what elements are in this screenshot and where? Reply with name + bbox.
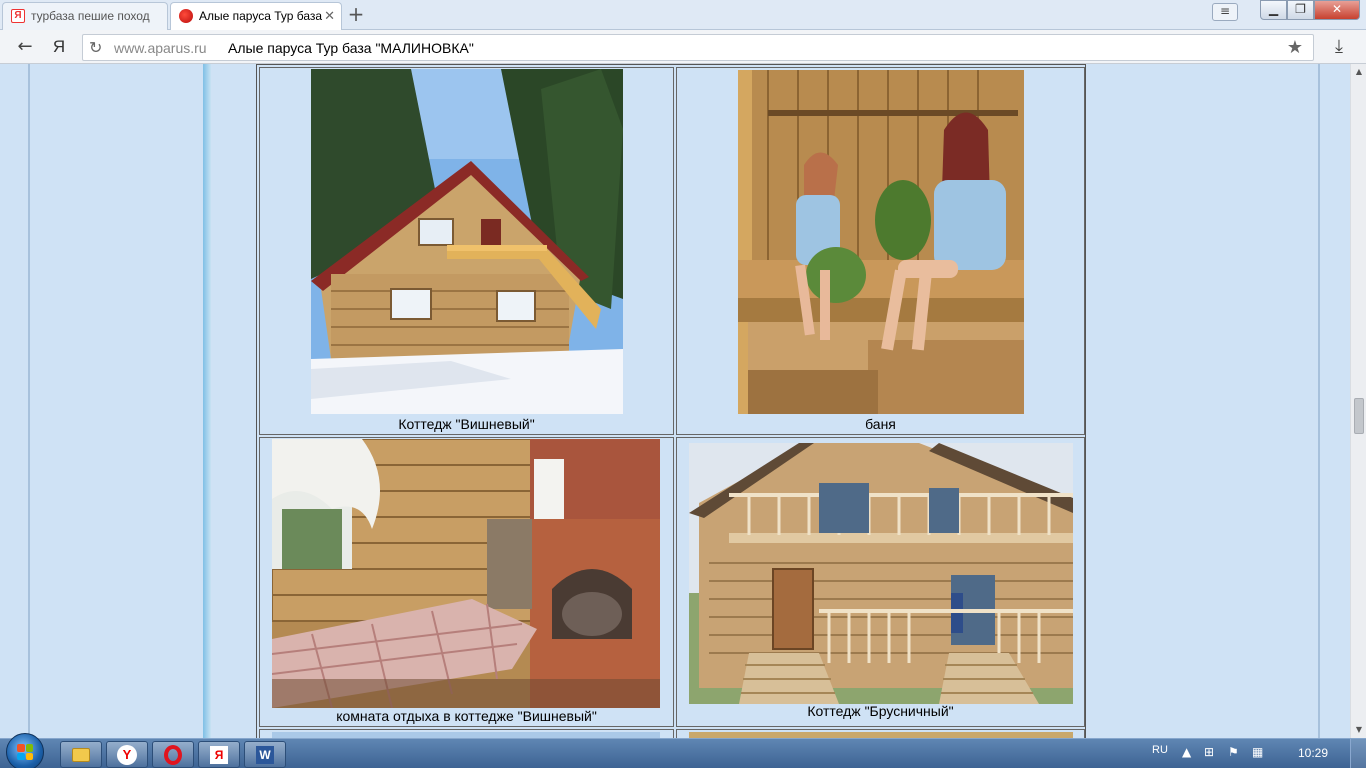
word-icon: W <box>256 746 274 764</box>
url-domain: www.aparus.ru <box>114 40 207 56</box>
tab-bar: Я турбаза пешие поход Алые паруса Тур ба… <box>0 0 1366 30</box>
yandex-tab-icon: Я <box>11 9 25 23</box>
cottage-vishnevy-photo[interactable] <box>311 69 623 414</box>
photo-caption: Коттедж "Вишневый" <box>398 416 535 432</box>
windows-taskbar: Y Я W RU ▲ ⊞ ⚑ ▦ 10:29 <box>0 733 1366 768</box>
show-desktop-button[interactable] <box>1350 739 1366 768</box>
yandex-browser-icon: Y <box>117 745 137 765</box>
lounge-room-image <box>272 439 660 708</box>
cottage-brusnichny-photo[interactable] <box>689 443 1073 704</box>
bookmark-star-icon[interactable]: ★ <box>1287 37 1303 58</box>
url-page-title: Алые паруса Тур база "МАЛИНОВКА" <box>228 40 474 56</box>
lounge-room-photo[interactable] <box>272 439 660 708</box>
start-button[interactable] <box>6 733 44 768</box>
scroll-up-arrow-icon[interactable]: ▲ <box>1351 64 1366 80</box>
back-arrow-icon[interactable]: ← <box>14 36 36 58</box>
gallery-cell: комната отдыха в коттедже "Вишневый" <box>259 437 674 727</box>
folder-icon <box>72 748 90 762</box>
scrollbar-thumb[interactable] <box>1354 398 1364 434</box>
tab-label: Алые паруса Тур база <box>199 9 323 23</box>
minimize-window-button[interactable]: ▁ <box>1260 0 1287 20</box>
reload-icon[interactable]: ↻ <box>89 38 102 58</box>
close-tab-icon[interactable]: ✕ <box>324 3 335 29</box>
browser-menu-button[interactable]: ≡ <box>1212 3 1238 21</box>
address-bar[interactable]: ↻ www.aparus.ru Алые паруса Тур база "МА… <box>82 34 1314 61</box>
new-tab-button[interactable]: + <box>346 4 366 26</box>
scroll-down-arrow-icon[interactable]: ▼ <box>1351 722 1366 738</box>
tab-label: турбаза пешие поход <box>31 9 150 23</box>
network-icon[interactable]: ▦ <box>1252 745 1263 759</box>
gallery-cell <box>259 729 674 738</box>
yandex-browser-taskbar-button[interactable]: Y <box>106 741 148 768</box>
aparus-tab-icon <box>179 9 193 23</box>
page-border-right <box>1318 64 1320 738</box>
tray-expand-icon[interactable]: ▲ <box>1182 745 1191 759</box>
photo-gallery-table: Коттедж "Вишневый" баня комната отдыха в… <box>256 64 1086 738</box>
windows-update-icon[interactable]: ⊞ <box>1204 745 1214 759</box>
yandex-taskbar-button[interactable]: Я <box>198 741 240 768</box>
opera-icon <box>164 745 182 765</box>
sauna-image <box>738 70 1024 414</box>
cottage-vishnevy-image <box>311 69 623 414</box>
tab-aparus[interactable]: Алые паруса Тур база ✕ <box>170 2 342 30</box>
gallery-cell: Коттедж "Брусничный" <box>676 437 1085 727</box>
photo-caption: баня <box>865 416 896 432</box>
tab-turbaza[interactable]: Я турбаза пешие поход <box>2 2 168 30</box>
system-clock[interactable]: 10:29 <box>1298 746 1328 760</box>
yandex-home-button[interactable]: Я <box>48 36 70 58</box>
page-viewport: Коттедж "Вишневый" баня комната отдыха в… <box>0 64 1350 738</box>
language-indicator[interactable]: RU <box>1152 744 1168 756</box>
page-border-left <box>28 64 30 738</box>
yandex-icon: Я <box>210 746 228 764</box>
sidebar-divider <box>203 64 211 738</box>
windows-logo-icon <box>17 744 33 760</box>
action-center-flag-icon[interactable]: ⚑ <box>1228 745 1239 759</box>
close-window-button[interactable]: ✕ <box>1314 0 1360 20</box>
explorer-taskbar-button[interactable] <box>60 741 102 768</box>
opera-taskbar-button[interactable] <box>152 741 194 768</box>
restore-window-button[interactable]: ❐ <box>1287 0 1314 20</box>
cottage-brusnichny-image <box>689 443 1073 704</box>
navigation-bar: ← Я ↻ www.aparus.ru Алые паруса Тур база… <box>0 30 1366 64</box>
gallery-cell <box>676 729 1085 738</box>
page-scrollbar[interactable]: ▲ ▼ <box>1350 64 1366 738</box>
photo-caption: Коттедж "Брусничный" <box>807 703 954 719</box>
gallery-cell: баня <box>676 67 1085 435</box>
gallery-cell: Коттедж "Вишневый" <box>259 67 674 435</box>
download-icon[interactable]: ⤓ <box>1328 36 1350 58</box>
sauna-photo[interactable] <box>738 70 1024 414</box>
photo-caption: комната отдыха в коттедже "Вишневый" <box>336 708 597 724</box>
word-taskbar-button[interactable]: W <box>244 741 286 768</box>
